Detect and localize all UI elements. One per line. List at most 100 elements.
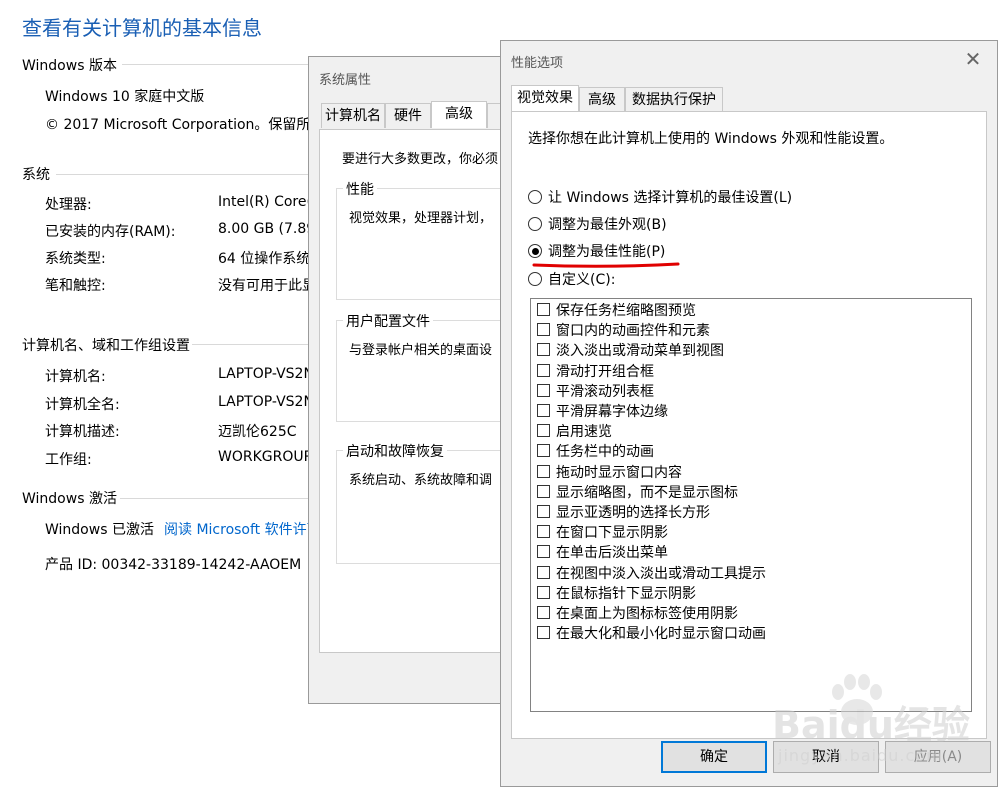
- apply-button[interactable]: 应用(A): [885, 741, 991, 773]
- effect-checkbox-item[interactable]: 在视图中淡入淡出或滑动工具提示: [537, 564, 766, 584]
- effect-checkbox-item[interactable]: 窗口内的动画控件和元素: [537, 321, 710, 341]
- tab-hardware[interactable]: 硬件: [385, 103, 431, 128]
- checkbox[interactable]: [537, 464, 550, 478]
- info-label: 计算机全名:: [45, 396, 120, 413]
- info-label: 计算机名:: [45, 369, 106, 385]
- effect-checkbox-item[interactable]: 平滑滚动列表框: [537, 382, 654, 402]
- checkbox[interactable]: [537, 424, 550, 438]
- radio-button[interactable]: [528, 272, 542, 286]
- effect-checkbox-item[interactable]: 在鼠标指针下显示阴影: [537, 584, 696, 604]
- radio-best-appearance[interactable]: 调整为最佳外观(B): [528, 215, 667, 235]
- info-value: 64 位操作系统: [218, 251, 311, 267]
- radio-let-windows-choose[interactable]: 让 Windows 选择计算机的最佳设置(L): [528, 188, 792, 208]
- divider: [122, 64, 308, 65]
- checkbox-label: 显示缩略图，而不是显示图标: [556, 484, 738, 501]
- performance-options-dialog: 性能选项 ✕ 视觉效果 高级 数据执行保护 选择你想在此计算机上使用的 Wind…: [500, 40, 998, 787]
- checkbox[interactable]: [537, 444, 550, 458]
- group-text: 视觉效果，处理器计划，: [349, 211, 493, 226]
- visual-effects-panel: 选择你想在此计算机上使用的 Windows 外观和性能设置。 让 Windows…: [511, 111, 987, 739]
- effect-checkbox-item[interactable]: 启用速览: [537, 422, 612, 442]
- effect-checkbox-item[interactable]: 滑动打开组合框: [537, 362, 654, 382]
- copyright-text: © 2017 Microsoft Corporation。保留所有: [45, 117, 325, 133]
- ok-button[interactable]: 确定: [661, 741, 767, 773]
- radio-label: 调整为最佳性能(P): [548, 244, 666, 260]
- page-title: 查看有关计算机的基本信息: [22, 16, 262, 40]
- tab-computer-name[interactable]: 计算机名: [321, 103, 385, 128]
- effect-checkbox-item[interactable]: 淡入淡出或滑动菜单到视图: [537, 341, 724, 361]
- info-label: 笔和触控:: [45, 278, 106, 294]
- checkbox[interactable]: [537, 363, 550, 377]
- effect-checkbox-item[interactable]: 在单击后淡出菜单: [537, 543, 668, 563]
- tab-visual-effects[interactable]: 视觉效果: [511, 85, 579, 112]
- window-title: 系统属性: [319, 73, 372, 88]
- checkbox[interactable]: [537, 525, 550, 539]
- windows-edition: Windows 10 家庭中文版: [45, 89, 205, 105]
- checkbox-label: 平滑滚动列表框: [556, 383, 654, 400]
- checkbox[interactable]: [537, 323, 550, 337]
- checkbox-label: 在窗口下显示阴影: [556, 525, 668, 542]
- radio-button-selected[interactable]: [528, 244, 542, 258]
- highlight-underline: [532, 262, 680, 268]
- effect-checkbox-item[interactable]: 任务栏中的动画: [537, 442, 654, 462]
- group-title: 性能: [343, 179, 377, 199]
- effect-checkbox-item[interactable]: 拖动时显示窗口内容: [537, 463, 682, 483]
- visual-effects-list[interactable]: 保存任务栏缩略图预览 窗口内的动画控件和元素淡入淡出或滑动菜单到视图 滑动打开组合框…: [530, 298, 972, 712]
- checkbox-label: 在最大化和最小化时显示窗口动画: [556, 626, 766, 643]
- radio-best-performance[interactable]: 调整为最佳性能(P): [528, 242, 665, 262]
- checkbox[interactable]: [537, 606, 550, 619]
- checkbox[interactable]: [537, 545, 550, 559]
- info-label: 计算机描述:: [45, 424, 120, 440]
- group-text: 与登录帐户相关的桌面设: [349, 343, 493, 358]
- checkbox-label: 淡入淡出或滑动菜单到视图: [556, 343, 724, 360]
- checkbox[interactable]: [537, 505, 550, 518]
- effect-checkbox-item[interactable]: 在最大化和最小化时显示窗口动画: [537, 624, 766, 644]
- radio-button[interactable]: [528, 217, 542, 231]
- checkbox-label: 在视图中淡入淡出或滑动工具提示: [556, 565, 766, 582]
- product-id: 产品 ID: 00342-33189-14242-AAOEM: [45, 557, 302, 573]
- startup-recovery-group: 启动和故障恢复 系统启动、系统故障和调: [336, 441, 509, 564]
- info-value: 迈凯伦625C: [218, 424, 297, 440]
- checkbox-label: 滑动打开组合框: [556, 363, 654, 380]
- group-text: 系统启动、系统故障和调: [349, 473, 493, 488]
- radio-button[interactable]: [528, 190, 542, 204]
- effect-checkbox-item[interactable]: 在桌面上为图标标签使用阴影: [537, 604, 738, 624]
- checkbox-label: 拖动时显示窗口内容: [556, 464, 682, 481]
- effect-checkbox-item[interactable]: 保存任务栏缩略图预览: [537, 301, 696, 321]
- close-icon[interactable]: ✕: [961, 47, 985, 71]
- activation-status: Windows 已激活: [45, 522, 154, 538]
- panel-description: 选择你想在此计算机上使用的 Windows 外观和性能设置。: [528, 131, 894, 147]
- section-activation: Windows 激活: [22, 491, 117, 507]
- checkbox[interactable]: [537, 484, 550, 498]
- checkbox[interactable]: [537, 585, 550, 599]
- checkbox-label: 在鼠标指针下显示阴影: [556, 585, 696, 602]
- tab-dep[interactable]: 数据执行保护: [625, 87, 723, 112]
- info-value: Intel(R) Core(T: [218, 194, 321, 210]
- checkbox-label: 平滑屏幕字体边缘: [556, 404, 668, 420]
- cancel-button[interactable]: 取消: [773, 741, 879, 773]
- checkbox[interactable]: [537, 565, 550, 579]
- info-label: 工作组:: [45, 451, 92, 468]
- info-label: 系统类型:: [45, 251, 106, 267]
- tab-advanced[interactable]: 高级: [579, 87, 625, 112]
- license-terms-link[interactable]: 阅读 Microsoft 软件许可: [164, 519, 321, 539]
- effect-checkbox-item[interactable]: 在窗口下显示阴影: [537, 523, 668, 543]
- effect-checkbox-item[interactable]: 显示亚透明的选择长方形: [537, 503, 710, 523]
- checkbox-label: 显示亚透明的选择长方形: [556, 505, 710, 521]
- checkbox[interactable]: [537, 626, 550, 640]
- info-label: 处理器:: [45, 197, 92, 213]
- radio-label: 让 Windows 选择计算机的最佳设置(L): [548, 190, 793, 206]
- divider: [192, 344, 308, 345]
- tab-advanced[interactable]: 高级: [431, 101, 487, 128]
- radio-label: 调整为最佳外观(B): [548, 217, 667, 233]
- checkbox[interactable]: [537, 343, 550, 357]
- checkbox[interactable]: [537, 303, 550, 316]
- effect-checkbox-item[interactable]: 平滑屏幕字体边缘: [537, 402, 668, 422]
- effect-checkbox-item[interactable]: 显示缩略图，而不是显示图标: [537, 483, 738, 503]
- info-value: LAPTOP-VS2N: [218, 366, 314, 382]
- tab-panel: 要进行大多数更改，你必须 性能 视觉效果，处理器计划， 用户配置文件 与登录帐户…: [319, 129, 509, 653]
- checkbox[interactable]: [537, 404, 550, 417]
- radio-label: 自定义(C):: [548, 272, 616, 288]
- checkbox[interactable]: [537, 383, 550, 397]
- tab-strip: 计算机名 硬件 高级 系: [319, 101, 509, 129]
- radio-custom[interactable]: 自定义(C):: [528, 270, 615, 290]
